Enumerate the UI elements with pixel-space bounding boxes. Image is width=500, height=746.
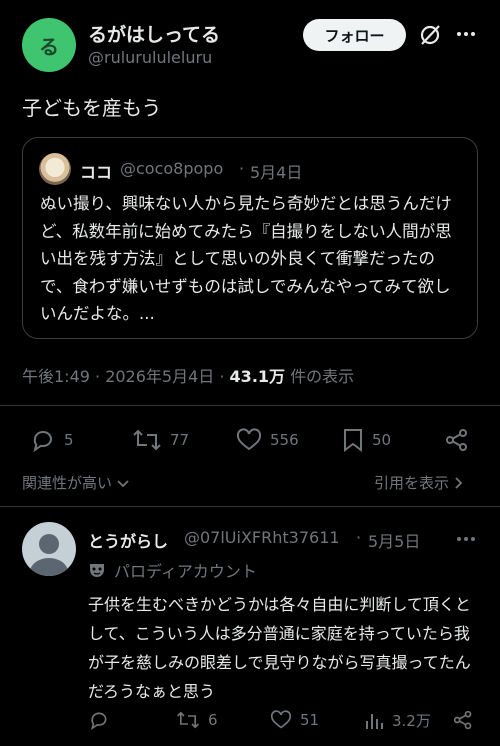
reply-author-handle[interactable]: @07lUiXFRht37611 — [184, 528, 340, 547]
chevron-right-icon — [455, 476, 463, 489]
parody-label: パロディアカウント — [88, 558, 257, 582]
view-quotes-link[interactable]: 引用を表示 — [374, 472, 465, 493]
quoted-text: ぬい撮り、興味ない人から見たら奇妙だとは思うんだけど、私数年前に始めてみたら『自… — [40, 194, 452, 323]
author-name[interactable]: るがはしってる — [88, 20, 220, 47]
sort-label: 関連性が高い — [22, 474, 113, 492]
reply-like-button[interactable]: 51 — [270, 710, 319, 730]
reply-like-count: 51 — [300, 711, 320, 729]
author-avatar-glyph: る — [39, 34, 59, 59]
heart-icon — [270, 710, 292, 729]
quoted-author-handle: @coco8popo — [120, 159, 224, 178]
divider — [0, 405, 500, 406]
reply-more-icon[interactable] — [456, 535, 476, 543]
quoted-date: 5月4日 — [250, 163, 303, 182]
quoted-separator: · — [239, 159, 245, 178]
reply-button[interactable]: 5 — [30, 428, 74, 452]
reply-repost-button[interactable]: 6 — [176, 710, 218, 730]
repost-icon — [177, 711, 199, 729]
repost-count: 77 — [170, 431, 190, 449]
bookmark-button[interactable]: 50 — [342, 428, 391, 452]
reply-share-button[interactable] — [452, 710, 482, 730]
heart-icon — [236, 428, 262, 451]
post-timestamp: 午後1:49 · 2026年5月4日 · — [22, 367, 225, 386]
reply-avatar[interactable] — [22, 522, 76, 576]
reply-author-name[interactable]: とうがらし — [88, 528, 168, 552]
like-button[interactable]: 556 — [236, 428, 299, 452]
like-count: 556 — [270, 431, 299, 449]
chevron-down-icon — [117, 479, 129, 487]
quoted-avatar — [39, 153, 71, 185]
views-count: 43.1万 — [229, 367, 286, 386]
reply-separator: · — [356, 528, 362, 547]
parody-text: パロディアカウント — [114, 562, 257, 581]
views-icon — [366, 713, 383, 729]
share-icon — [453, 710, 472, 730]
author-avatar[interactable]: る — [22, 18, 76, 72]
follow-button[interactable]: フォロー — [303, 19, 406, 51]
reply-text: 子供を生むべきかどうかは各々自由に判断して頂くとして、こういう人は多分普通に家庭… — [88, 595, 471, 701]
reply-date: 5月5日 — [368, 532, 421, 551]
bookmark-icon — [344, 429, 362, 452]
reply-icon — [90, 712, 107, 730]
reply-views-count: 3.2万 — [392, 712, 431, 730]
post-meta: 午後1:49 · 2026年5月4日 · 43.1万 件の表示 — [22, 363, 354, 387]
bookmark-count: 50 — [372, 431, 392, 449]
reply-icon — [33, 431, 52, 452]
reply-reply-button[interactable] — [88, 710, 118, 730]
repost-icon — [133, 429, 161, 451]
reply-repost-count: 6 — [208, 711, 218, 729]
views-label: 件の表示 — [290, 367, 355, 386]
sort-relevance-dropdown[interactable]: 関連性が高い — [22, 472, 130, 493]
quoted-author-name: ココ — [80, 163, 113, 182]
reply-count: 5 — [64, 431, 74, 449]
view-quotes-label: 引用を表示 — [374, 474, 450, 492]
more-options-icon[interactable] — [456, 30, 476, 38]
share-icon — [446, 429, 467, 451]
share-button[interactable] — [444, 428, 478, 452]
divider — [0, 506, 500, 507]
mask-icon — [90, 564, 104, 577]
grok-icon[interactable] — [418, 23, 442, 47]
author-handle[interactable]: @rulurululeluru — [88, 48, 212, 67]
repost-button[interactable]: 77 — [132, 428, 189, 452]
post-text: 子どもを産もう — [22, 96, 162, 120]
reply-views-button[interactable]: 3.2万 — [364, 710, 431, 731]
